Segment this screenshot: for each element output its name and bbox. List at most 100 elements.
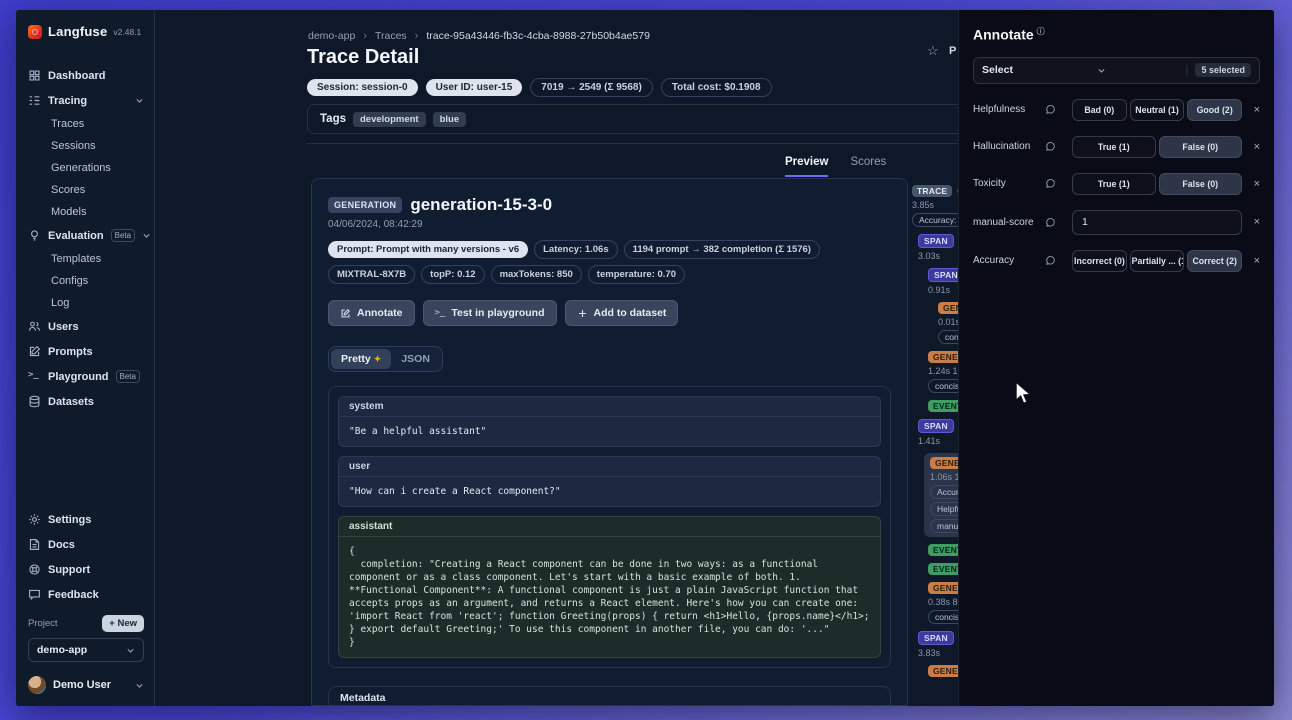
project-select[interactable]: demo-app — [28, 638, 144, 662]
score-option-button[interactable]: Partially ... (1) — [1130, 250, 1185, 272]
sidebar-item-configs[interactable]: Configs — [28, 270, 144, 292]
comment-icon[interactable] — [1045, 141, 1065, 152]
sidebar-item-log[interactable]: Log — [28, 292, 144, 314]
sidebar-item-models[interactable]: Models — [28, 201, 144, 223]
comment-icon[interactable] — [1045, 217, 1065, 228]
tags-label: Tags — [320, 113, 346, 125]
annotate-button[interactable]: Annotate — [328, 300, 415, 326]
sidebar-item-label: Prompts — [48, 346, 93, 358]
score-option-button[interactable]: True (1) — [1072, 173, 1156, 195]
prompt-version-badge[interactable]: Prompt: Prompt with many versions - v6 — [328, 241, 528, 258]
comment-icon[interactable] — [1045, 104, 1065, 115]
sidebar-item-label: Docs — [48, 539, 75, 551]
sidebar-item-templates[interactable]: Templates — [28, 248, 144, 270]
breadcrumb-trace-id[interactable]: trace-95a43446-fb3c-4cba-8988-27b50b4ae5… — [426, 30, 650, 42]
temperature-badge: temperature: 0.70 — [588, 265, 685, 284]
sidebar-item-docs[interactable]: Docs — [28, 532, 144, 557]
view-toggle: Pretty✦ JSON — [328, 346, 443, 372]
partial-hidden-button[interactable]: P — [949, 45, 956, 57]
observation-type-badge: GENERATION — [328, 197, 402, 213]
sidebar-item-evaluation[interactable]: Evaluation Beta — [28, 223, 144, 248]
terminal-icon: >_ — [28, 370, 41, 383]
sidebar-item-scores[interactable]: Scores — [28, 179, 144, 201]
assistant-message: assistant { completion: "Creating a Reac… — [338, 516, 881, 658]
message-role: system — [339, 397, 880, 417]
life-ring-icon — [28, 563, 41, 576]
message-content: "How can i create a React component?" — [339, 477, 880, 506]
close-icon[interactable]: × — [1246, 255, 1260, 267]
sidebar: Langfuse v2.48.1 Dashboard Tracing Trace… — [16, 10, 155, 706]
sidebar-item-prompts[interactable]: Prompts — [28, 339, 144, 364]
sidebar-item-tracing[interactable]: Tracing — [28, 88, 144, 113]
sidebar-item-label: Playground — [48, 371, 109, 383]
beta-badge: Beta — [116, 370, 140, 383]
pencil-square-icon — [340, 308, 351, 319]
sidebar-item-settings[interactable]: Settings — [28, 507, 144, 532]
close-icon[interactable]: × — [1246, 216, 1260, 228]
sidebar-item-sessions[interactable]: Sessions — [28, 135, 144, 157]
comment-icon[interactable] — [1045, 255, 1065, 266]
sidebar-item-generations[interactable]: Generations — [28, 157, 144, 179]
breadcrumb-project[interactable]: demo-app — [308, 30, 355, 42]
tag-development[interactable]: development — [353, 112, 426, 127]
manual-score-input[interactable] — [1072, 210, 1242, 235]
score-option-button[interactable]: Incorrect (0) — [1072, 250, 1127, 272]
logo[interactable]: Langfuse v2.48.1 — [28, 24, 144, 39]
breadcrumb: demo-app › Traces › trace-95a43446-fb3c-… — [308, 30, 650, 42]
trace-meta-pills: Session: session-0 User ID: user-15 7019… — [307, 78, 772, 97]
observation-title: generation-15-3-0 — [410, 195, 552, 215]
json-toggle[interactable]: JSON — [391, 349, 440, 369]
score-option-button-selected[interactable]: Correct (2) — [1187, 250, 1242, 272]
sidebar-footer: Settings Docs Support Feedback Project +… — [28, 507, 144, 694]
sidebar-item-users[interactable]: Users — [28, 314, 144, 339]
dashboard-icon — [28, 69, 41, 82]
message-role: user — [339, 457, 880, 477]
breadcrumb-separator-icon: › — [363, 30, 367, 42]
sidebar-item-label: Evaluation — [48, 230, 104, 242]
close-icon[interactable]: × — [1246, 141, 1260, 153]
user-menu[interactable]: Demo User — [28, 676, 144, 694]
topp-badge: topP: 0.12 — [421, 265, 484, 284]
sidebar-item-label: Support — [48, 564, 90, 576]
sidebar-item-feedback[interactable]: Feedback — [28, 582, 144, 607]
score-option-button-selected[interactable]: False (0) — [1159, 136, 1243, 158]
annotate-row-hallucination: Hallucination True (1) False (0) × — [973, 136, 1260, 158]
sidebar-item-label: Feedback — [48, 589, 99, 601]
close-icon[interactable]: × — [1246, 104, 1260, 116]
pretty-toggle[interactable]: Pretty✦ — [331, 349, 391, 369]
observation-badges: Prompt: Prompt with many versions - v6 L… — [328, 240, 891, 284]
test-in-playground-button[interactable]: >_ Test in playground — [423, 300, 557, 326]
sidebar-item-playground[interactable]: >_ Playground Beta — [28, 364, 144, 389]
tag-blue[interactable]: blue — [433, 112, 467, 127]
score-option-button-selected[interactable]: Good (2) — [1187, 99, 1242, 121]
score-option-button[interactable]: True (1) — [1072, 136, 1156, 158]
score-option-button[interactable]: Neutral (1) — [1130, 99, 1185, 121]
system-message: system "Be a helpful assistant" — [338, 396, 881, 447]
sidebar-item-traces[interactable]: Traces — [28, 113, 144, 135]
users-icon — [28, 320, 41, 333]
score-option-button-selected[interactable]: False (0) — [1159, 173, 1243, 195]
session-pill[interactable]: Session: session-0 — [307, 79, 418, 96]
user-id-pill[interactable]: User ID: user-15 — [426, 79, 523, 96]
sidebar-item-dashboard[interactable]: Dashboard — [28, 63, 144, 88]
tab-preview[interactable]: Preview — [785, 156, 828, 177]
add-to-dataset-button[interactable]: Add to dataset — [565, 300, 679, 326]
user-message: user "How can i create a React component… — [338, 456, 881, 507]
maxtokens-badge: maxTokens: 850 — [491, 265, 582, 284]
database-icon — [28, 395, 41, 408]
sidebar-item-label: Users — [48, 321, 79, 333]
page-title: Trace Detail — [307, 46, 419, 69]
sidebar-item-datasets[interactable]: Datasets — [28, 389, 144, 414]
score-name: Helpfulness — [973, 104, 1045, 115]
breadcrumb-traces[interactable]: Traces — [375, 30, 407, 42]
star-icon[interactable]: ☆ — [927, 43, 939, 59]
info-icon[interactable]: ⓘ — [1037, 27, 1045, 36]
sidebar-item-support[interactable]: Support — [28, 557, 144, 582]
close-icon[interactable]: × — [1246, 178, 1260, 190]
score-select[interactable]: Select | 5 selected — [973, 57, 1260, 84]
desktop-background: { "colors": { "accent": "#6d6ef0", "gene… — [0, 0, 1292, 720]
score-option-button[interactable]: Bad (0) — [1072, 99, 1127, 121]
tab-scores[interactable]: Scores — [850, 156, 886, 177]
new-project-button[interactable]: + New — [102, 615, 144, 632]
comment-icon[interactable] — [1045, 178, 1065, 189]
